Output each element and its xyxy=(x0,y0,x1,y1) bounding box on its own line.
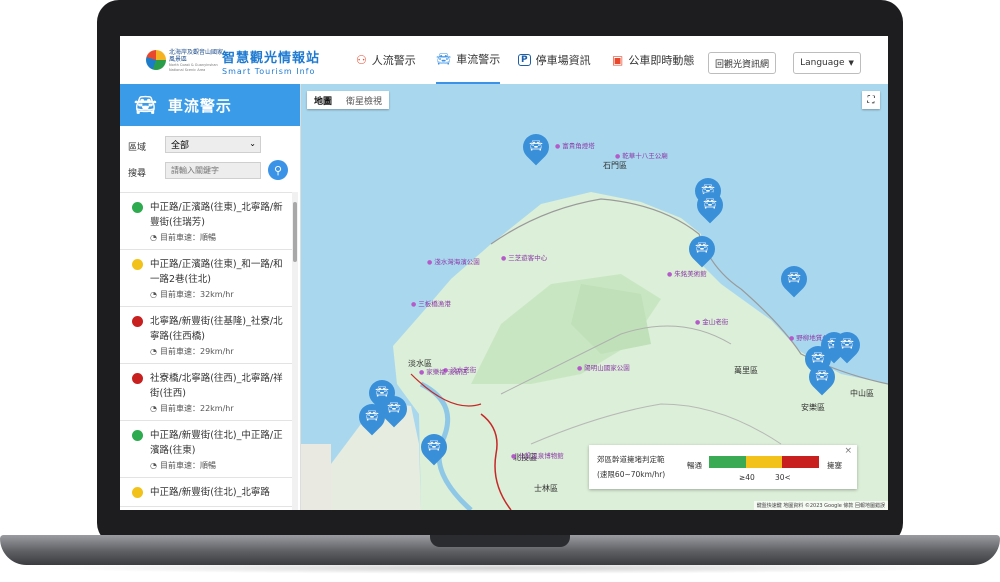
list-item[interactable]: 中正路/正濱路(往東)_和一路/和一路2巷(往北) ◔ 目前車速：32km/hr xyxy=(120,250,292,307)
bus-icon: ▣ xyxy=(612,53,624,67)
congestion-legend: 郊區幹道擁堵判定範 (速限60~70km/hr) 暢通 擁塞 ≥40 30< × xyxy=(589,445,857,489)
map-type-tabs: 地圖 衛星檢視 xyxy=(307,91,390,109)
car-icon: 🚘︎ xyxy=(811,351,825,364)
traffic-map[interactable]: 地圖 衛星檢視 ⛶ 石門區 淡水區 萬里區 北投區 士林區 中山區 安樂區 富貴… xyxy=(301,84,888,510)
traffic-list[interactable]: 中正路/正濱路(往東)_北寧路/新豐街(往瑞芳) ◔ 目前車速：順暢 中正路/正濱… xyxy=(120,192,292,510)
search-button[interactable]: ⚲ xyxy=(268,160,288,180)
search-label: 搜尋 xyxy=(128,169,147,179)
car-icon: 🚘︎ xyxy=(787,271,801,284)
car-icon: 🚘︎ xyxy=(427,439,441,452)
traffic-marker[interactable]: 🚘︎ xyxy=(803,358,841,396)
status-dot xyxy=(132,487,143,498)
poi-label[interactable]: 金山老街 xyxy=(695,316,728,326)
tab-map[interactable]: 地圖 xyxy=(307,91,339,109)
sidebar-title: 車流警示 xyxy=(167,96,232,115)
status-dot xyxy=(132,373,143,384)
map-attribution: 鍵盤快速鍵 地圖資料 ©2023 Google 條款 回報地圖錯誤 xyxy=(753,501,888,510)
district-label: 石門區 xyxy=(603,161,627,170)
region-select[interactable]: 全部 ⌄ xyxy=(165,136,261,153)
traffic-marker[interactable]: 🚘︎ xyxy=(353,398,391,436)
status-dot xyxy=(132,259,143,270)
site-header: 北海岸及觀音山國家風景區 North Coast & Guanyinshan N… xyxy=(120,36,888,85)
traffic-marker[interactable]: 🚘︎ xyxy=(415,428,453,466)
close-icon[interactable]: × xyxy=(844,446,852,456)
poi-label[interactable]: 三板橋漁港 xyxy=(411,298,451,308)
tab-satellite[interactable]: 衛星檢視 xyxy=(339,91,389,109)
agency-name: 北海岸及觀音山國家風景區 North Coast & Guanyinshan N… xyxy=(169,49,224,72)
poi-label[interactable]: 乾華十八王公廟 xyxy=(615,150,668,160)
car-icon: 🚘︎ xyxy=(365,409,379,422)
status-dot xyxy=(132,430,143,441)
car-icon: 🚘︎ xyxy=(529,139,543,152)
list-item[interactable]: 中正路/新豐街(往北)_中正路/正濱路(往東) ◔ 目前車速：順暢 xyxy=(120,421,292,478)
fullscreen-icon: ⛶ xyxy=(867,94,875,106)
poi-label[interactable]: 朱銘美術館 xyxy=(667,268,707,278)
list-item[interactable]: 北寧路/新豐街(往基隆)_社寮/北寧路(往西橋) ◔ 目前車速：29km/hr xyxy=(120,307,292,364)
traffic-marker[interactable]: 🚘︎ xyxy=(775,260,813,298)
district-label: 中山區 xyxy=(850,389,874,398)
sidebar: 🚘︎ 車流警示 區域 全部 ⌄ 搜尋 ⚲ 中正路/正濱路(往東)_北寧路/新豐街… xyxy=(120,84,301,510)
list-scrollbar[interactable] xyxy=(292,192,298,510)
district-label: 安樂區 xyxy=(801,403,825,412)
language-select[interactable]: Language ▼ xyxy=(793,52,861,74)
region-label: 區域 xyxy=(128,143,147,153)
poi-label[interactable]: 北投溫泉博物館 xyxy=(511,450,564,460)
district-label: 萬里區 xyxy=(734,366,758,375)
search-input[interactable] xyxy=(165,162,261,179)
legend-color-bar xyxy=(709,456,820,468)
people-icon: ⚇ xyxy=(356,53,367,67)
district-label: 士林區 xyxy=(534,484,558,493)
sidebar-header: 🚘︎ 車流警示 xyxy=(120,84,300,126)
car-icon: 🚘︎ xyxy=(815,369,829,382)
speedometer-icon: ◔ xyxy=(150,290,157,299)
speedometer-icon: ◔ xyxy=(150,347,157,356)
site-brand[interactable]: 智慧觀光情報站 Smart Tourism Info xyxy=(222,47,320,76)
parking-icon: P xyxy=(518,54,531,66)
poi-label[interactable]: 三芝遊客中心 xyxy=(501,252,547,262)
back-to-tourism-button[interactable]: 回觀光資訊網 xyxy=(708,52,777,74)
fullscreen-button[interactable]: ⛶ xyxy=(862,91,880,109)
search-icon: ⚲ xyxy=(273,163,283,177)
poi-label[interactable]: 陽明山國家公園 xyxy=(577,362,630,372)
traffic-marker[interactable]: 🚘︎ xyxy=(691,186,729,224)
chevron-down-icon: ⌄ xyxy=(249,139,256,148)
car-icon: 🚘︎ xyxy=(436,52,452,66)
status-dot xyxy=(132,202,143,213)
nav-people-alert[interactable]: ⚇ 人流警示 xyxy=(356,36,416,84)
list-item[interactable]: 社寮橋/北寧路(往西)_北寧路/祥街(往西) ◔ 目前車速：22km/hr xyxy=(120,364,292,421)
car-icon: 🚘︎ xyxy=(695,241,709,254)
nav-traffic-alert[interactable]: 🚘︎ 車流警示 xyxy=(436,36,501,84)
poi-label[interactable]: 淺水灣海濱公園 xyxy=(427,256,480,266)
list-item[interactable]: 中正路/新豐街(往北)_北寧路 xyxy=(120,478,292,507)
car-icon: 🚘︎ xyxy=(703,197,717,210)
car-icon: 🚘︎ xyxy=(840,337,854,350)
poi-label[interactable]: 家樂福 淡新店 xyxy=(419,366,467,376)
scrollbar-thumb[interactable] xyxy=(293,202,297,262)
laptop-screen: 北海岸及觀音山國家風景區 North Coast & Guanyinshan N… xyxy=(120,36,888,510)
nav-parking-info[interactable]: P 停車場資訊 xyxy=(518,36,591,84)
speedometer-icon: ◔ xyxy=(150,461,157,470)
speedometer-icon: ◔ xyxy=(150,404,157,413)
status-dot xyxy=(132,316,143,327)
speedometer-icon: ◔ xyxy=(150,233,157,242)
traffic-marker[interactable]: 🚘︎ xyxy=(517,128,555,166)
traffic-marker[interactable]: 🚘︎ xyxy=(828,326,866,364)
agency-logo-icon[interactable] xyxy=(146,50,166,70)
traffic-marker[interactable]: 🚘︎ xyxy=(683,230,721,268)
nav-bus-realtime[interactable]: ▣ 公車即時動態 xyxy=(612,36,694,84)
list-item[interactable]: 中正路/正濱路(往東)_北寧路/新豐街(往瑞芳) ◔ 目前車速：順暢 xyxy=(120,193,292,250)
poi-label[interactable]: 富貴角燈塔 xyxy=(555,140,595,150)
car-icon: 🚘︎ xyxy=(134,94,158,116)
laptop-notch xyxy=(430,535,570,547)
caret-down-icon: ▼ xyxy=(848,59,854,67)
